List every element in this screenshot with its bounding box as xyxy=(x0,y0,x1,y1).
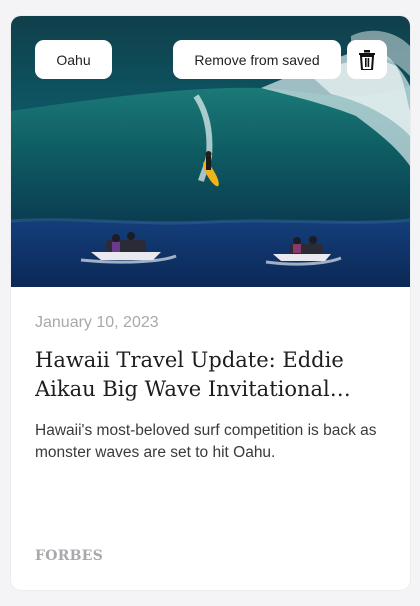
delete-button[interactable] xyxy=(347,40,387,79)
article-source: FORBES xyxy=(35,548,104,564)
article-date: January 10, 2023 xyxy=(35,314,159,331)
article-summary: Hawaii's most-beloved surf competition i… xyxy=(35,422,377,461)
article-title[interactable]: Hawaii Travel Update: Eddie Aikau Big Wa… xyxy=(35,346,385,404)
location-tag-label: Oahu xyxy=(56,51,91,68)
hero-image: Oahu Remove from saved xyxy=(11,16,410,287)
article-card[interactable]: Oahu Remove from saved January 10, 2023 … xyxy=(11,16,410,590)
remove-from-saved-button[interactable]: Remove from saved xyxy=(173,40,341,79)
trash-icon xyxy=(359,49,375,70)
remove-from-saved-label: Remove from saved xyxy=(194,51,320,68)
location-tag[interactable]: Oahu xyxy=(35,40,112,79)
